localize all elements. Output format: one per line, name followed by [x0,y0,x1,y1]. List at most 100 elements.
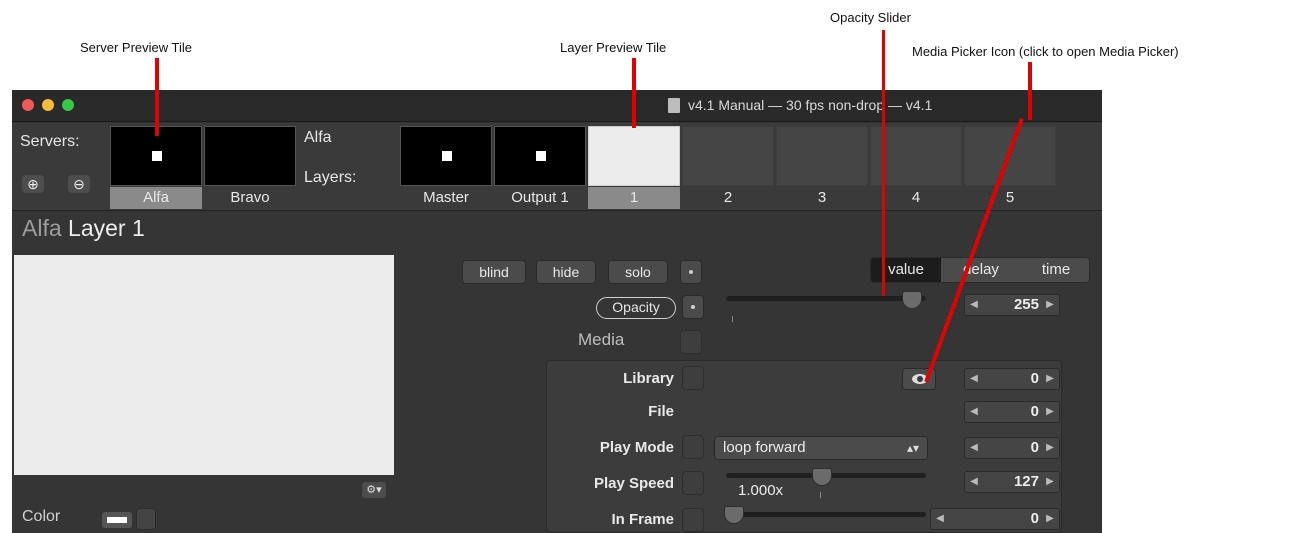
decrement-icon[interactable]: ◀ [965,438,983,458]
layers-label: Layers: [304,169,357,186]
opacity-indicator[interactable] [682,295,704,319]
layer-preview [588,126,680,186]
library-stepper[interactable]: ◀ 0 ▶ [964,368,1060,390]
increment-icon[interactable]: ▶ [1041,472,1059,492]
file-value: 0 [1030,403,1039,420]
color-label: Color [22,508,61,525]
decrement-icon[interactable]: ◀ [931,509,949,529]
layer-preview [494,126,586,186]
library-label: Library [623,370,674,387]
layer-tile-master[interactable]: Master [400,126,492,210]
callout-server-preview-tile: Server Preview Tile [80,40,192,55]
opacity-button[interactable]: Opacity [596,297,676,319]
layer-tile-output-1[interactable]: Output 1 [494,126,586,210]
server-tile-label: Bravo [230,189,270,206]
server-tile-bravo[interactable]: Bravo [204,126,296,210]
add-server-button[interactable]: ⊕ [22,175,44,193]
server-layer-strip: Servers: ⊕ ⊖ Alfa Bravo Alfa Layers: Mas… [12,123,1102,211]
play-speed-slider-tick [820,492,821,498]
callout-media-picker-icon: Media Picker Icon (click to open Media P… [912,44,1179,59]
play-mode-selected: loop forward [723,439,806,456]
app-window: v4.1 Manual — 30 fps non-drop — v4.1 Ser… [12,90,1102,533]
document-icon [668,98,680,113]
play-speed-display: 1.000x [738,482,784,499]
media-label: Media [578,330,625,349]
file-label: File [648,403,674,420]
color-swatch[interactable] [102,512,132,528]
opacity-value: 255 [1013,296,1039,313]
library-keyframe-toggle[interactable] [682,366,704,390]
opacity-stepper[interactable]: ◀ 255 ▶ [964,294,1060,316]
library-value: 0 [1030,370,1039,387]
layer-preview [776,126,868,186]
server-tile-alfa[interactable]: Alfa [110,126,202,210]
segment-delay[interactable]: delay [943,258,1019,282]
callout-line-server-tile [155,58,159,136]
decrement-icon[interactable]: ◀ [965,472,983,492]
layer-tile-1[interactable]: 1 [588,126,680,210]
opacity-slider-track[interactable] [726,296,926,301]
page: Server Preview Tile Layer Preview Tile O… [0,0,1316,533]
increment-icon[interactable]: ▶ [1041,402,1059,422]
layer-tile-label: 2 [723,189,733,206]
segment-time[interactable]: time [1021,258,1089,282]
solo-indicator[interactable] [680,260,702,284]
blind-button[interactable]: blind [462,260,526,284]
callout-line-layer-tile [632,58,636,128]
minimize-window-button[interactable] [42,99,54,111]
color-keyframe-toggle[interactable] [136,508,156,530]
layer-tile-label: 1 [588,187,680,209]
in-frame-slider-track[interactable] [726,512,926,517]
callout-opacity-slider: Opacity Slider [830,10,911,25]
layer-tile-5[interactable]: 5 [964,126,1056,210]
title-bar: v4.1 Manual — 30 fps non-drop — v4.1 [12,90,1102,122]
in-frame-value: 0 [1030,510,1039,527]
server-preview [204,126,296,186]
close-window-button[interactable] [22,99,34,111]
increment-icon[interactable]: ▶ [1041,369,1059,389]
layer-tile-label: Master [423,189,469,206]
play-mode-select[interactable]: loop forward ▴▾ [714,436,928,460]
play-mode-keyframe-toggle[interactable] [682,435,704,459]
layer-output-preview [14,255,394,475]
layer-tile-2[interactable]: 2 [682,126,774,210]
layer-tile-label: 5 [1005,189,1015,206]
panel-title-server: Alfa [22,215,62,241]
play-mode-stepper[interactable]: ◀ 0 ▶ [964,437,1060,459]
play-speed-stepper[interactable]: ◀ 127 ▶ [964,471,1060,493]
window-title: v4.1 Manual — 30 fps non-drop — v4.1 [688,97,933,113]
play-mode-label: Play Mode [599,439,674,456]
solo-button[interactable]: solo [608,260,668,284]
callout-line-opacity-slider [882,30,885,296]
media-keyframe-toggle[interactable] [680,330,702,354]
play-mode-value: 0 [1030,439,1039,456]
server-tile-label: Alfa [110,187,202,209]
in-frame-label: In Frame [611,511,674,528]
gear-icon[interactable]: ⚙▾ [362,482,386,498]
maximize-window-button[interactable] [62,99,74,111]
panel-title: Alfa Layer 1 [22,215,145,242]
decrement-icon[interactable]: ◀ [965,295,983,315]
in-frame-stepper[interactable]: ◀ 0 ▶ [930,508,1060,530]
increment-icon[interactable]: ▶ [1041,295,1059,315]
remove-server-button[interactable]: ⊖ [68,175,90,193]
layer-preview [400,126,492,186]
file-stepper[interactable]: ◀ 0 ▶ [964,401,1060,423]
play-speed-keyframe-toggle[interactable] [682,471,704,495]
decrement-icon[interactable]: ◀ [965,369,983,389]
current-server-name: Alfa [304,129,332,146]
decrement-icon[interactable]: ◀ [965,402,983,422]
in-frame-keyframe-toggle[interactable] [682,508,704,532]
increment-icon[interactable]: ▶ [1041,438,1059,458]
value-delay-time-control: value delay time [870,257,1090,283]
layer-preview [682,126,774,186]
play-speed-value: 127 [1013,473,1039,490]
opacity-slider-thumb[interactable] [902,291,922,309]
increment-icon[interactable]: ▶ [1041,509,1059,529]
layer-tile-label: Output 1 [511,189,569,206]
hide-button[interactable]: hide [536,260,596,284]
play-speed-label: Play Speed [593,475,674,492]
panel-title-layer: Layer 1 [68,215,145,241]
opacity-slider-tick [732,316,733,322]
layer-tile-3[interactable]: 3 [776,126,868,210]
